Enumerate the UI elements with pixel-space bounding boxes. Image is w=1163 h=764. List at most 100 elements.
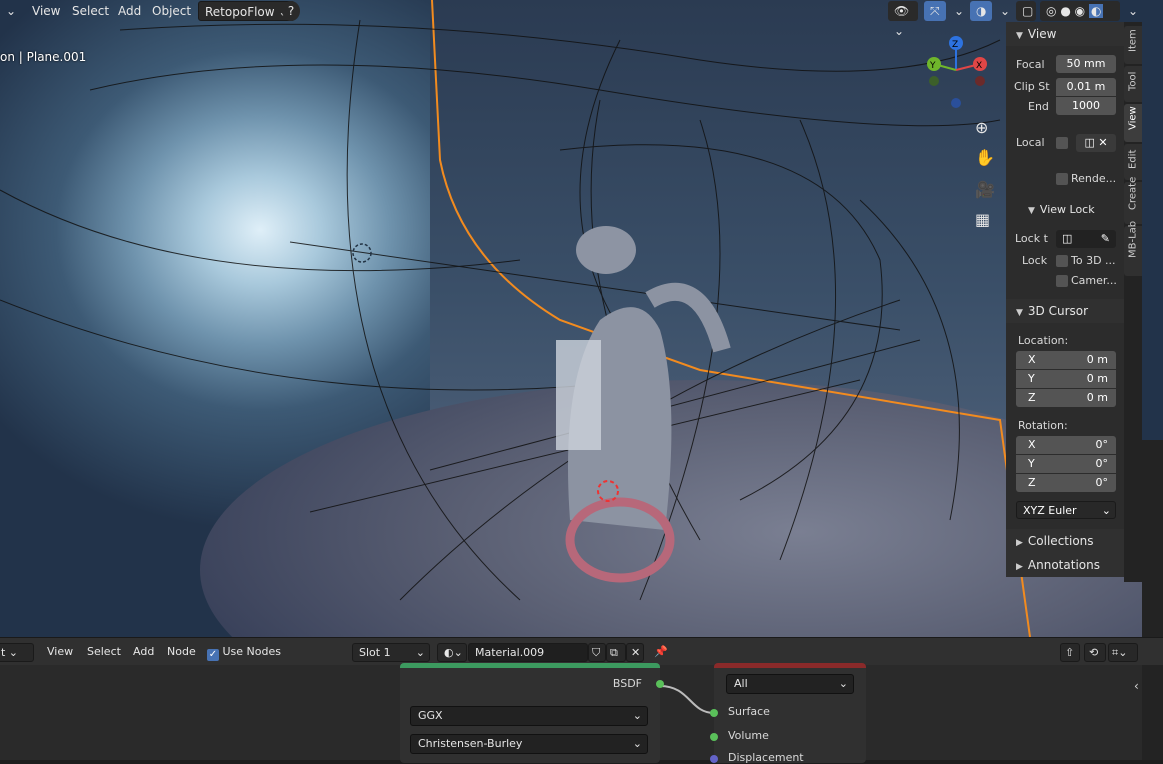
lock-camera-checkbox[interactable] xyxy=(1056,275,1068,287)
menu-view[interactable]: View xyxy=(26,1,66,21)
menu-object[interactable]: Object xyxy=(146,1,197,21)
output-target-dropdown[interactable]: All ⌄ xyxy=(726,674,854,694)
material-output-node[interactable]: All ⌄ Surface Volume Displacement xyxy=(710,663,866,764)
render-region-checkbox[interactable] xyxy=(1056,173,1068,185)
editor-type-dropdown-2[interactable]: t ⌄ xyxy=(0,643,34,662)
sidebar-tabs: Item Tool View Edit Create MB-Lab xyxy=(1124,22,1142,582)
material-name-field[interactable]: Material.009 xyxy=(468,643,588,662)
principled-bsdf-node[interactable]: BSDF GGX ⌄ Christensen-Burley ⌄ xyxy=(400,663,664,763)
slot-dropdown[interactable]: Slot 1 ⌄ xyxy=(352,643,430,662)
camera-view-icon[interactable]: 🎥 xyxy=(975,180,995,199)
duplicate-material-icon[interactable]: ⧉ xyxy=(606,643,626,662)
zoom-icon[interactable]: ⊕ xyxy=(975,118,988,137)
surface-input-socket[interactable] xyxy=(710,709,718,717)
focal-length-field[interactable]: 50 mm xyxy=(1056,55,1116,73)
overlay-icon[interactable]: ◑ xyxy=(970,1,992,21)
unlink-material-icon[interactable]: ✕ xyxy=(626,643,644,662)
cursor-location-z[interactable]: Z0 m xyxy=(1016,389,1116,407)
pin-icon[interactable]: 📌 xyxy=(654,642,668,662)
svg-text:X: X xyxy=(976,61,982,71)
node-header-bar xyxy=(714,663,866,668)
shading-dropdown-icon[interactable]: ⌄ xyxy=(1122,1,1138,21)
cursor-rotation-z[interactable]: Z 0° xyxy=(1016,474,1116,492)
tab-edit[interactable]: Edit xyxy=(1124,144,1142,180)
clip-start-field[interactable]: 0.01 m xyxy=(1056,78,1116,96)
to-3d-cursor-label: To 3D ... xyxy=(1071,254,1116,267)
shading-modes[interactable]: ◎ ● ◉ ◐ xyxy=(1040,1,1120,21)
rotation-mode-dropdown[interactable]: XYZ Euler ⌄ xyxy=(1016,501,1116,519)
render-region-label: Rende... xyxy=(1071,172,1117,185)
node-menu-view[interactable]: View xyxy=(47,642,73,662)
material-shading-icon[interactable]: ◉ xyxy=(1075,4,1085,18)
bsdf-output-socket[interactable] xyxy=(656,680,664,688)
question-icon[interactable]: ? xyxy=(282,1,300,21)
menu-add[interactable]: Add xyxy=(112,1,147,21)
rendered-shading-icon[interactable]: ◐ xyxy=(1088,4,1104,18)
material-browse-icon[interactable]: ◐⌄ xyxy=(437,643,467,662)
view-section-header[interactable]: ▼ View xyxy=(1006,22,1124,46)
lock-to-object-field[interactable]: ◫ ✎ xyxy=(1056,230,1116,248)
view-lock-header[interactable]: ▼ View Lock xyxy=(1028,203,1095,216)
tab-create[interactable]: Create xyxy=(1124,177,1142,224)
menu-select[interactable]: Select xyxy=(66,1,115,21)
fake-user-shield-icon[interactable]: ⛉ xyxy=(588,643,606,662)
use-nodes-toggle[interactable]: ✓ Use Nodes xyxy=(207,642,281,662)
gizmo-dropdown-icon[interactable]: ⌄ xyxy=(948,1,964,21)
cursor-location-y[interactable]: Y0 m xyxy=(1016,370,1116,388)
node-menu-select[interactable]: Select xyxy=(87,642,121,662)
local-camera-checkbox[interactable] xyxy=(1056,137,1068,149)
3d-viewport[interactable]: ⌄ View Select Add Object RetopoFlow ⌄ ? … xyxy=(0,0,1163,637)
bsdf-output-label: BSDF xyxy=(612,677,642,690)
node-menu-add[interactable]: Add xyxy=(133,642,154,662)
lock-to-3d-cursor-checkbox[interactable] xyxy=(1056,255,1068,267)
xray-icon[interactable]: ▢ xyxy=(1016,1,1036,21)
3d-cursor-section-header[interactable]: ▼ 3D Cursor xyxy=(1006,299,1124,323)
object-label: on | Plane.001 xyxy=(0,50,87,64)
gizmo-icon[interactable]: ⤧ xyxy=(924,1,946,21)
ortho-grid-icon[interactable]: ▦ xyxy=(975,210,990,229)
editor-type-dropdown[interactable]: ⌄ xyxy=(0,1,18,21)
tab-tool[interactable]: Tool xyxy=(1124,66,1142,102)
clip-end-field[interactable]: 1000 xyxy=(1056,97,1116,115)
location-label: Location: xyxy=(1018,334,1069,347)
tab-item[interactable]: Item xyxy=(1124,26,1142,64)
volume-input-socket[interactable] xyxy=(710,733,718,741)
cursor-location-x[interactable]: X0 m xyxy=(1016,351,1116,369)
chevron-left-icon[interactable]: ‹ xyxy=(1134,679,1139,693)
tab-mb-lab[interactable]: MB-Lab xyxy=(1124,221,1142,276)
solid-shading-icon[interactable]: ● xyxy=(1060,4,1070,18)
retopoflow-label: RetopoFlow xyxy=(205,5,275,19)
wireframe-shading-icon[interactable]: ◎ xyxy=(1046,4,1056,18)
cursor-rotation-y[interactable]: Y 0° xyxy=(1016,455,1116,473)
node-editor-canvas[interactable]: BSDF GGX ⌄ Christensen-Burley ⌄ All ⌄ Surfa… xyxy=(0,663,1142,764)
displacement-input-label: Displacement xyxy=(728,751,804,764)
local-camera-field[interactable]: ◫ ✕ xyxy=(1076,134,1116,152)
right-toolbar-strip xyxy=(1142,440,1163,760)
lock-to-object-label: Lock t xyxy=(1015,232,1048,245)
visibility-icon[interactable]: 👁⌄ xyxy=(888,1,918,38)
node-editor-header: t ⌄ View Select Add Node ✓ Use Nodes Slo… xyxy=(0,637,1163,665)
retopoflow-menu[interactable]: RetopoFlow ⌄ xyxy=(198,1,296,21)
eyedropper-icon[interactable]: ✎ xyxy=(1101,230,1116,248)
displacement-input-socket[interactable] xyxy=(710,755,718,763)
object-icon: ◫ xyxy=(1062,232,1073,245)
overlay-dropdown-icon[interactable]: ⌄ xyxy=(994,1,1010,21)
node-menu-node[interactable]: Node xyxy=(167,642,196,662)
hand-pan-icon[interactable]: ✋ xyxy=(975,148,995,167)
snap-icon[interactable]: ⟲ xyxy=(1084,643,1106,662)
svg-text:Z: Z xyxy=(952,40,958,50)
parent-node-icon[interactable]: ⇧ xyxy=(1060,643,1080,662)
local-label: Local xyxy=(1016,136,1045,149)
subsurface-method-dropdown[interactable]: Christensen-Burley ⌄ xyxy=(410,734,648,754)
snap-mode-icon[interactable]: ⌗⌄ xyxy=(1108,643,1138,662)
collections-section-header[interactable]: ▶ Collections xyxy=(1006,529,1124,553)
cursor-rotation-x[interactable]: X 0° xyxy=(1016,436,1116,454)
distribution-dropdown[interactable]: GGX ⌄ xyxy=(410,706,648,726)
clip-end-label: End xyxy=(1028,100,1049,113)
annotations-section-header[interactable]: ▶ Annotations xyxy=(1006,553,1124,577)
clip-start-label: Clip St xyxy=(1014,80,1050,93)
navigation-gizmo[interactable]: Z X Y xyxy=(920,30,990,115)
focal-label: Focal xyxy=(1016,58,1045,71)
tab-view[interactable]: View xyxy=(1124,104,1142,142)
rotation-label: Rotation: xyxy=(1018,419,1068,432)
